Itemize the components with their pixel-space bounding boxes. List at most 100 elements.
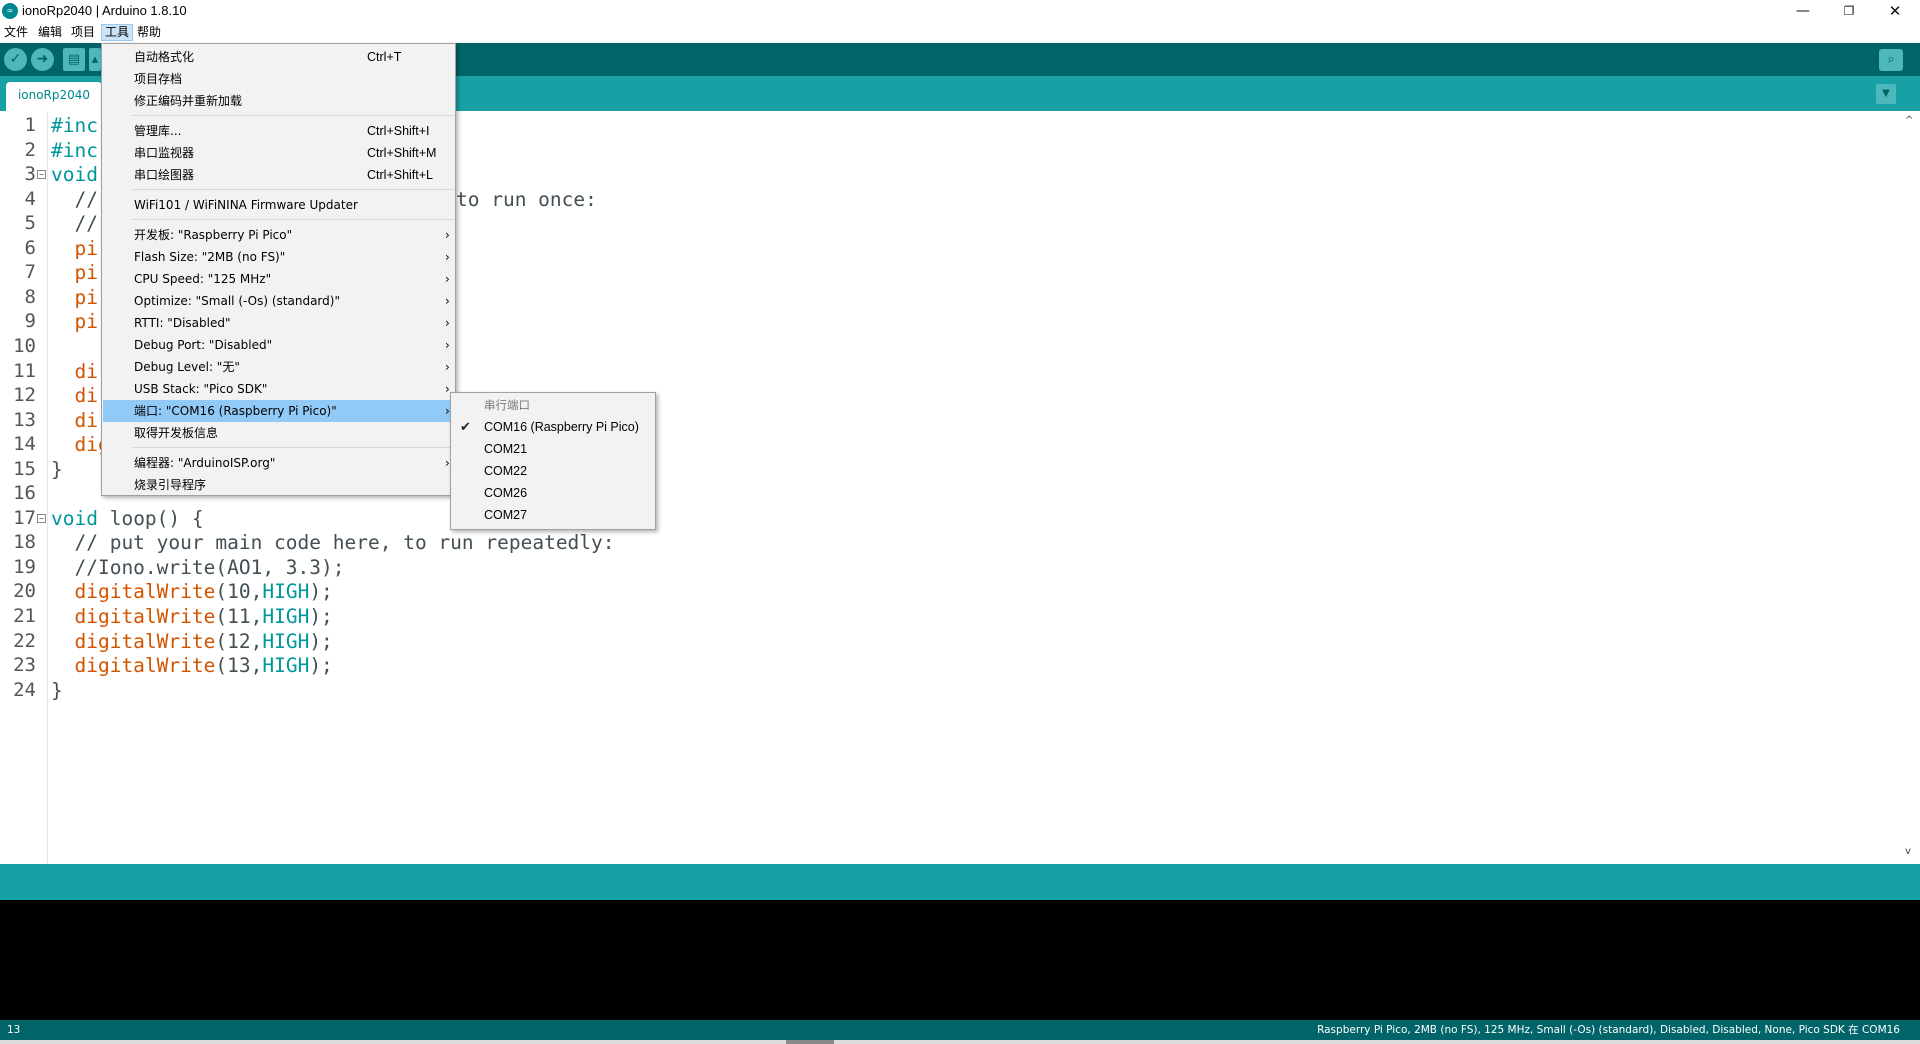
code-line: digitalWrite(10,HIGH); bbox=[51, 580, 332, 604]
code-comment: //Iono.write(AO1, 3.3); bbox=[51, 555, 345, 579]
vertical-scrollbar[interactable] bbox=[1900, 111, 1920, 864]
code-function: digitalWrite bbox=[74, 580, 216, 604]
open-icon: ▴ bbox=[91, 52, 99, 67]
line-number: 15 bbox=[13, 457, 36, 480]
tools-menu-item[interactable]: Optimize: "Small (-Os) (standard)" › bbox=[103, 290, 454, 312]
code-text: di bbox=[51, 384, 98, 408]
line-number: 10 bbox=[13, 334, 36, 357]
line-number: 14 bbox=[13, 433, 36, 456]
menu-item-label: 端口: "COM16 (Raspberry Pi Pico)" bbox=[134, 404, 337, 418]
tab-menu-button[interactable]: ▼ bbox=[1876, 84, 1896, 104]
maximize-button[interactable]: ❐ bbox=[1826, 0, 1872, 22]
horizontal-scroll-thumb[interactable] bbox=[786, 1040, 834, 1044]
code-tail: ); bbox=[309, 654, 333, 678]
tools-menu-item[interactable]: Debug Level: "无" › bbox=[103, 356, 454, 378]
menu-file[interactable]: 文件 bbox=[1, 24, 31, 41]
line-number: 8 bbox=[24, 285, 36, 308]
line-number: 18 bbox=[13, 531, 36, 554]
line-number: 13 bbox=[13, 408, 36, 431]
code-args: (13, bbox=[215, 654, 263, 678]
code-line: // put your main code here, to run repea… bbox=[51, 531, 614, 554]
line-number: 3 bbox=[24, 163, 36, 186]
serial-monitor-button[interactable]: ⌕ bbox=[1879, 49, 1903, 71]
line-number: 20 bbox=[13, 580, 36, 603]
line-number: 11 bbox=[13, 359, 36, 382]
menu-item-label: 烧录引导程序 bbox=[134, 478, 207, 492]
menu-item-label: 取得开发板信息 bbox=[134, 426, 219, 440]
menu-tools[interactable]: 工具 bbox=[101, 24, 134, 41]
code-line: digitalWrite(13,HIGH); bbox=[51, 654, 333, 678]
line-number: 1 bbox=[24, 114, 36, 136]
fold-toggle-icon[interactable]: − bbox=[37, 513, 46, 523]
code-line: //Iono.write(AO1, 3.3); bbox=[51, 555, 345, 579]
tools-menu-item[interactable]: USB Stack: "Pico SDK" › bbox=[103, 378, 454, 400]
fold-toggle-icon[interactable]: − bbox=[37, 170, 46, 180]
tools-menu-item[interactable]: Debug Port: "Disabled" › bbox=[103, 334, 454, 356]
verify-button[interactable]: ✓ bbox=[4, 48, 27, 71]
tools-menu-item[interactable]: 自动格式化 Ctrl+T bbox=[103, 46, 454, 68]
tools-menu-item[interactable]: RTTI: "Disabled" › bbox=[103, 312, 454, 334]
code-text: loop() { bbox=[97, 506, 204, 530]
port-option[interactable]: COM21 bbox=[452, 438, 655, 460]
chevron-down-icon: ▼ bbox=[1882, 88, 1890, 99]
upload-button[interactable]: ➜ bbox=[31, 48, 54, 71]
port-option[interactable]: COM26 bbox=[452, 482, 655, 504]
port-option[interactable]: COM27 bbox=[452, 504, 655, 526]
menu-item-label: USB Stack: "Pico SDK" bbox=[134, 382, 268, 396]
tools-menu-item[interactable]: CPU Speed: "125 MHz" › bbox=[103, 268, 454, 290]
tools-menu-item[interactable]: 取得开发板信息 bbox=[103, 422, 454, 444]
open-sketch-button[interactable]: ▴ bbox=[89, 48, 101, 71]
port-option[interactable]: COM22 bbox=[452, 460, 655, 482]
line-number: 7 bbox=[24, 261, 36, 284]
code-constant: HIGH bbox=[262, 629, 310, 653]
tools-menu-item[interactable]: 串口绘图器 Ctrl+Shift+L bbox=[103, 164, 454, 186]
code-line: // bbox=[51, 212, 98, 235]
tools-menu-item[interactable]: 开发板: "Raspberry Pi Pico" › bbox=[103, 224, 454, 246]
menu-edit[interactable]: 编辑 bbox=[35, 24, 65, 41]
code-constant: HIGH bbox=[262, 605, 310, 628]
tools-menu-item[interactable]: 修正编码并重新加载 bbox=[103, 90, 454, 112]
menu-item-label: 编程器: "ArduinoISP.org" bbox=[134, 456, 276, 470]
arduino-ide-window: ∞ ionoRp2040 | Arduino 1.8.10 — ❐ ✕ 文件 编… bbox=[0, 0, 1920, 1044]
menu-item-label: 修正编码并重新加载 bbox=[134, 94, 243, 108]
code-function: digitalWrite bbox=[74, 654, 216, 678]
minimize-button[interactable]: — bbox=[1780, 0, 1826, 22]
line-number: 2 bbox=[24, 138, 36, 161]
code-text: #inc bbox=[51, 138, 98, 162]
scroll-down-icon[interactable]: v bbox=[1905, 846, 1911, 857]
new-sketch-button[interactable]: ▤ bbox=[63, 48, 85, 71]
menu-help[interactable]: 帮助 bbox=[134, 24, 164, 41]
new-file-icon: ▤ bbox=[67, 52, 81, 67]
menu-sketch[interactable]: 项目 bbox=[68, 24, 98, 41]
tools-menu-item[interactable]: 编程器: "ArduinoISP.org" › bbox=[103, 452, 454, 474]
tools-menu-item[interactable]: 项目存档 bbox=[103, 68, 454, 90]
tools-menu-item[interactable]: Flash Size: "2MB (no FS)" › bbox=[103, 246, 454, 268]
code-text: pi bbox=[51, 285, 98, 309]
code-function: digitalWrite bbox=[74, 629, 216, 653]
console-output[interactable] bbox=[0, 900, 1920, 1020]
code-keyword: void bbox=[51, 506, 98, 530]
tools-menu-item[interactable]: 串口监视器 Ctrl+Shift+M bbox=[103, 142, 454, 164]
tools-menu-item[interactable]: 管理库... Ctrl+Shift+I bbox=[103, 120, 454, 142]
code-line: di bbox=[51, 409, 98, 432]
line-number: 5 bbox=[24, 212, 36, 235]
port-option[interactable]: ✔ COM16 (Raspberry Pi Pico) bbox=[452, 416, 655, 438]
window-title: ionoRp2040 | Arduino 1.8.10 bbox=[22, 3, 187, 18]
line-number: 9 bbox=[24, 310, 36, 333]
tools-menu-item[interactable]: 端口: "COM16 (Raspberry Pi Pico)" › bbox=[103, 400, 454, 422]
menu-item-label: Debug Port: "Disabled" bbox=[134, 338, 273, 352]
scroll-up-icon[interactable]: ^ bbox=[1905, 115, 1913, 126]
menu-item-label: 管理库... bbox=[134, 124, 182, 138]
menu-item-label: 开发板: "Raspberry Pi Pico" bbox=[134, 228, 293, 242]
close-button[interactable]: ✕ bbox=[1872, 0, 1918, 22]
tab-ionorp2040[interactable]: ionoRp2040 bbox=[6, 82, 102, 111]
code-function: digitalWrite bbox=[74, 605, 216, 628]
tools-menu-item[interactable]: WiFi101 / WiFiNINA Firmware Updater bbox=[103, 194, 454, 216]
code-text: pi bbox=[51, 310, 98, 334]
code-text: #inc bbox=[51, 114, 98, 137]
horizontal-scrollbar[interactable] bbox=[0, 1040, 1920, 1044]
code-constant: HIGH bbox=[262, 654, 310, 678]
chevron-right-icon: › bbox=[445, 316, 450, 330]
check-icon: ✓ bbox=[9, 51, 22, 67]
tools-menu-item[interactable]: 烧录引导程序 bbox=[103, 474, 454, 496]
